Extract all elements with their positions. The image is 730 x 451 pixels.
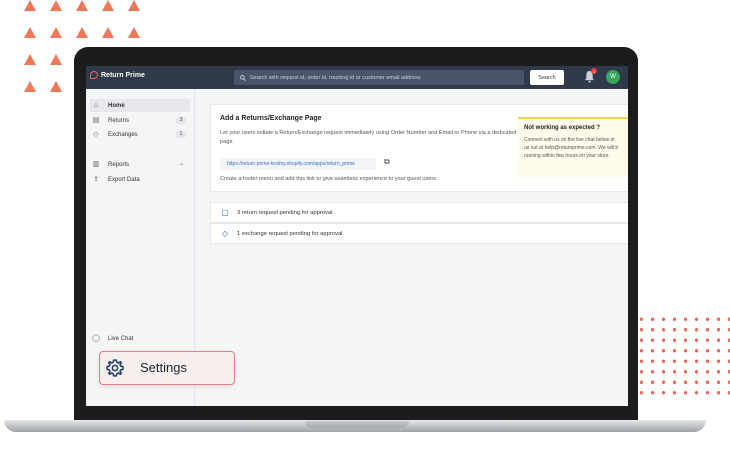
sidebar-item-returns[interactable]: ▤ Returns 3: [90, 114, 190, 127]
notice-line: Connect with us on the live chat below o…: [524, 137, 615, 143]
pending-text: 3 return request pending for approval: [237, 209, 333, 216]
card-description: Let your users initiate a Return/Exchang…: [220, 130, 517, 145]
logo-icon: [90, 71, 98, 79]
search-button[interactable]: Search: [530, 70, 564, 85]
card-footer-text: Create a footer menu and add this link t…: [220, 176, 438, 182]
returns-count-badge: 3: [176, 117, 186, 124]
notice-line: running within few hours on your store.: [524, 153, 610, 159]
laptop-notch: [305, 421, 409, 428]
sidebar-item-home[interactable]: ⌂ Home: [90, 99, 190, 112]
chat-icon: ◯: [92, 334, 100, 342]
pending-returns-row[interactable]: ▢ 3 return request pending for approval: [210, 202, 628, 223]
gear-icon: [106, 359, 124, 377]
copy-icon[interactable]: ⧉: [384, 157, 393, 166]
card-title: Add a Returns/Exchange Page: [220, 115, 322, 122]
tag-icon: ◇: [221, 229, 229, 238]
notification-badge: 1: [591, 68, 597, 74]
sidebar-item-reports[interactable]: ▥ Reports ⌄: [90, 158, 190, 171]
sidebar-item-label: Exchanges: [108, 131, 138, 138]
chart-icon: ▥: [92, 160, 100, 168]
sidebar-item-live-chat[interactable]: ◯ Live Chat: [90, 332, 190, 345]
search-icon: [240, 74, 246, 81]
clipboard-icon: ▢: [221, 208, 229, 217]
pending-text: 1 exchange request pending for approval: [237, 230, 343, 237]
avatar[interactable]: W: [606, 70, 620, 84]
page-url-field[interactable]: https://return-prime-testmy.shopify.com/…: [220, 158, 376, 170]
sidebar-item-export-data[interactable]: ⇪ Export Data: [90, 173, 190, 186]
top-bar: Return Prime Search with request id, ord…: [86, 66, 628, 89]
returns-icon: ▤: [92, 116, 100, 124]
chevron-down-icon: ⌄: [178, 161, 184, 167]
sidebar-item-label: Returns: [108, 117, 130, 124]
help-notice: Not working as expected ? Connect with u…: [518, 117, 628, 177]
settings-button[interactable]: Settings: [99, 351, 235, 385]
exchanges-count-badge: 1: [176, 131, 186, 138]
search-input[interactable]: Search with request id, order id, tracki…: [234, 70, 524, 85]
export-icon: ⇪: [93, 175, 99, 183]
notice-line: us out at help@returnprime.com. We will …: [524, 145, 619, 151]
app-logo[interactable]: Return Prime: [90, 71, 145, 79]
settings-label: Settings: [140, 360, 187, 375]
sidebar-item-label: Reports: [108, 161, 130, 168]
sidebar-item-label: Export Data: [108, 176, 140, 183]
sidebar-item-label: Home: [108, 102, 125, 109]
home-icon: ⌂: [93, 101, 99, 109]
sidebar-item-exchanges[interactable]: ◇ Exchanges 1: [90, 128, 190, 141]
tag-icon: ◇: [93, 130, 99, 138]
app-title: Return Prime: [101, 71, 145, 79]
search-placeholder: Search with request id, order id, tracki…: [250, 74, 421, 81]
notice-title: Not working as expected ?: [524, 125, 601, 131]
notice-text: Connect with us on the live chat below o…: [524, 136, 618, 160]
decorative-dot-grid: [636, 314, 730, 398]
sidebar-item-label: Live Chat: [108, 335, 134, 342]
pending-exchanges-row[interactable]: ◇ 1 exchange request pending for approva…: [210, 223, 628, 244]
